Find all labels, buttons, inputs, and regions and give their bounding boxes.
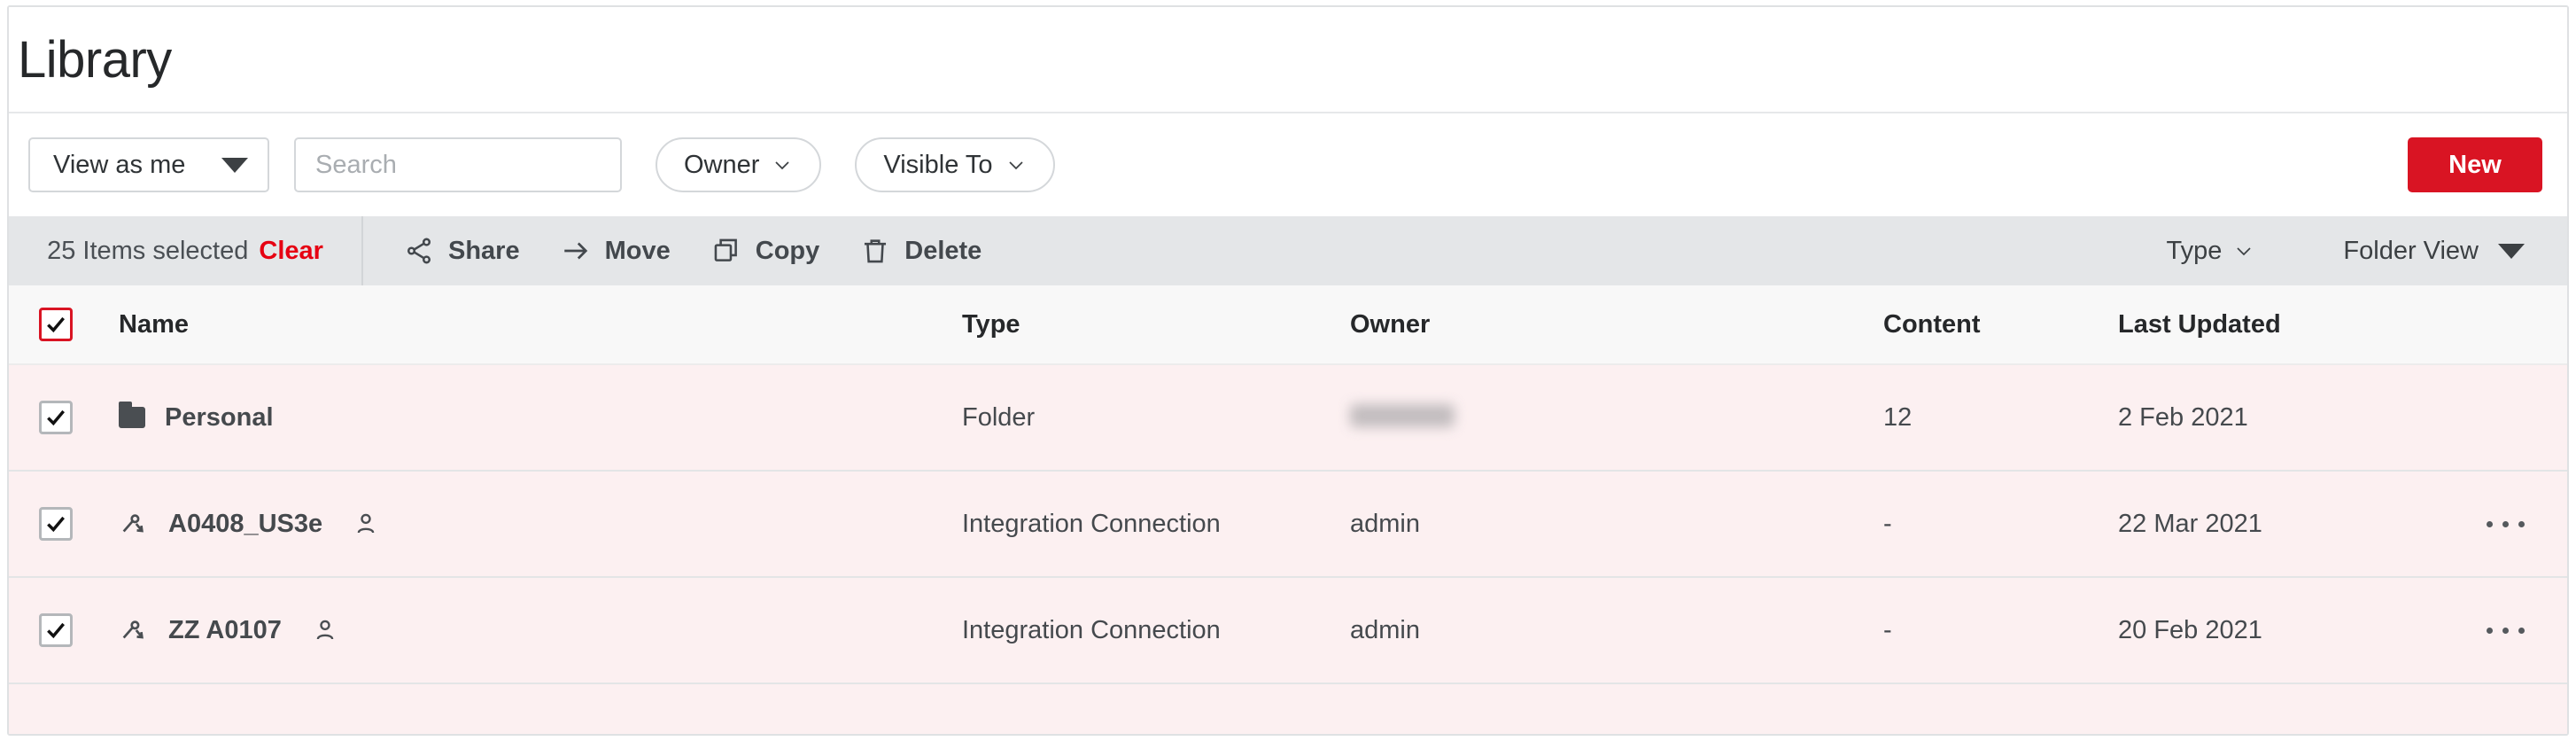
redacted-owner-name [1350, 403, 1455, 427]
selection-summary: 25 Items selected Clear [9, 216, 363, 285]
delete-button[interactable]: Delete [860, 236, 982, 266]
row-content-cell: 12 [1883, 402, 1913, 432]
page-header: Library [9, 7, 2567, 113]
trash-icon [865, 239, 887, 263]
visible-to-filter-label: Visible To [883, 150, 993, 179]
triangle-down-icon [221, 157, 248, 173]
person-icon [357, 513, 375, 534]
row-select-cell [9, 613, 73, 647]
more-horizontal-icon [2518, 520, 2525, 527]
row-more-options-button[interactable] [2487, 520, 2525, 527]
checkmark-icon [47, 316, 65, 333]
row-last-updated-cell: 2 Feb 2021 [2118, 402, 2248, 432]
view-tools: Type Folder View [2167, 237, 2525, 266]
delete-label: Delete [904, 236, 982, 265]
row-owner-cell: admin [1350, 509, 1420, 538]
row-name-cell[interactable]: Personal [73, 402, 962, 433]
row-content-cell: - [1883, 509, 1892, 538]
library-page: Library View as me Owner Visible To New [7, 5, 2569, 736]
select-all-cell [9, 308, 73, 341]
table-row[interactable]: A0408_US3e Integration Connection admin … [9, 472, 2567, 578]
checkmark-icon [47, 516, 65, 533]
row-select-cell [9, 507, 73, 541]
share-label: Share [448, 236, 520, 265]
column-header-last-updated[interactable]: Last Updated [2118, 310, 2567, 339]
row-content-cell: - [1883, 615, 1892, 644]
selection-count-label: 25 Items selected [47, 236, 249, 265]
column-header-owner[interactable]: Owner [1350, 310, 1883, 339]
more-horizontal-icon [2487, 520, 2493, 527]
view-mode-dropdown[interactable]: Folder View [2343, 237, 2525, 266]
copy-label: Copy [755, 236, 820, 265]
select-all-checkbox[interactable] [39, 308, 73, 341]
view-mode-label: Folder View [2343, 236, 2479, 265]
column-header-name[interactable]: Name [73, 310, 962, 339]
row-checkbox[interactable] [39, 613, 73, 647]
triangle-down-icon [2498, 243, 2525, 259]
person-icon [316, 620, 334, 640]
row-more-options-button[interactable] [2487, 627, 2525, 634]
search-box[interactable] [294, 137, 649, 192]
search-input[interactable] [315, 150, 649, 180]
more-horizontal-icon [2518, 627, 2525, 634]
row-type-cell: Folder [962, 402, 1036, 432]
page-title: Library [18, 30, 172, 89]
more-horizontal-icon [2487, 627, 2493, 634]
visible-to-filter-pill[interactable]: Visible To [855, 137, 1055, 192]
table-row[interactable] [9, 684, 2567, 734]
row-type-cell: Integration Connection [962, 615, 1221, 644]
table-row[interactable]: Personal Folder 12 2 Feb 2021 [9, 365, 2567, 472]
share-nodes-icon [407, 238, 431, 264]
row-owner-cell: admin [1350, 615, 1420, 644]
checkmark-icon [47, 410, 65, 426]
view-as-dropdown[interactable]: View as me [28, 137, 269, 192]
connection-icon [122, 514, 144, 533]
move-label: Move [604, 236, 671, 265]
copy-button[interactable]: Copy [711, 236, 820, 266]
copy-icon [714, 238, 737, 261]
more-horizontal-icon [2502, 520, 2509, 527]
chevron-down-icon [1008, 161, 1023, 170]
folder-icon [119, 402, 145, 428]
new-button[interactable]: New [2408, 137, 2542, 192]
table-header-row: Name Type Owner Content Last Updated [9, 285, 2567, 365]
arrow-right-icon [563, 242, 587, 260]
filter-toolbar: View as me Owner Visible To New [9, 113, 2567, 216]
row-checkbox[interactable] [39, 401, 73, 434]
view-as-label: View as me [53, 150, 186, 179]
type-filter-button[interactable]: Type [2167, 237, 2255, 266]
chevron-down-icon [2237, 247, 2252, 256]
more-horizontal-icon [2502, 627, 2509, 634]
row-name-cell[interactable]: A0408_US3e [73, 509, 962, 539]
share-button[interactable]: Share [404, 236, 520, 266]
row-name-label: A0408_US3e [168, 509, 323, 538]
owner-filter-pill[interactable]: Owner [656, 137, 822, 192]
row-name-label: ZZ A0107 [168, 615, 282, 644]
row-type-cell: Integration Connection [962, 509, 1221, 538]
row-name-cell[interactable]: ZZ A0107 [73, 615, 962, 645]
type-filter-label: Type [2166, 236, 2223, 265]
row-owner-cell [1350, 403, 1883, 432]
connection-icon [122, 620, 144, 639]
column-header-content[interactable]: Content [1883, 310, 2118, 339]
owner-filter-label: Owner [684, 150, 760, 179]
checkmark-icon [47, 622, 65, 639]
row-name-label: Personal [165, 402, 274, 432]
selection-action-bar: 25 Items selected Clear Share Move Copy [9, 216, 2567, 285]
move-button[interactable]: Move [561, 236, 671, 266]
table-row[interactable]: ZZ A0107 Integration Connection admin - … [9, 578, 2567, 684]
row-checkbox[interactable] [39, 507, 73, 541]
chevron-down-icon [775, 161, 790, 170]
clear-selection-button[interactable]: Clear [259, 237, 323, 266]
column-header-type[interactable]: Type [962, 310, 1350, 339]
row-select-cell [9, 401, 73, 434]
